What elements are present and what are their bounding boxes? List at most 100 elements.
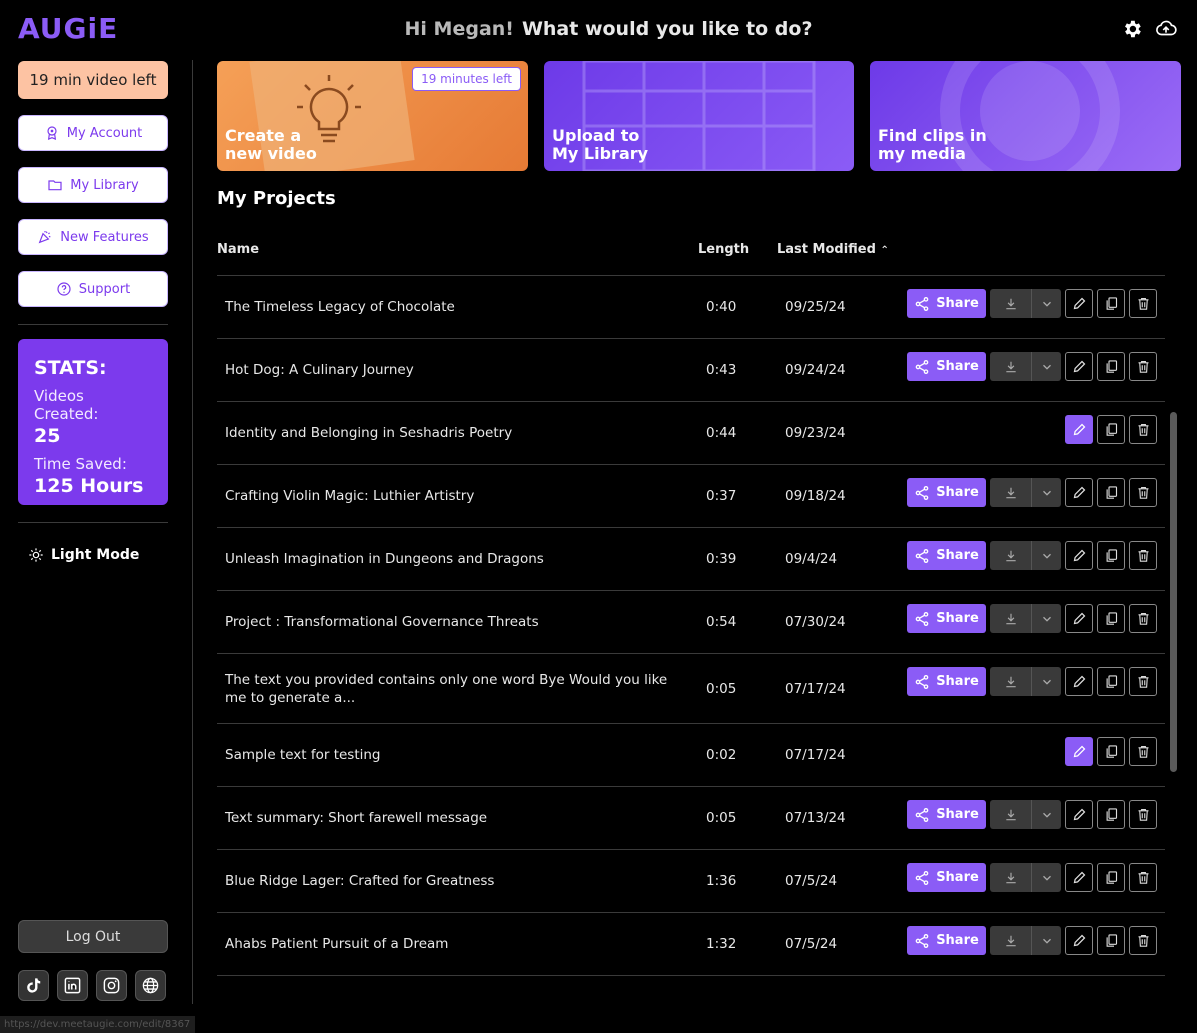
delete-button[interactable] [1129,352,1157,381]
edit-button[interactable] [1065,604,1093,633]
download-dropdown-button[interactable] [1032,667,1061,696]
delete-button[interactable] [1129,863,1157,892]
logout-button[interactable]: Log Out [18,920,168,953]
edit-button[interactable] [1065,415,1093,444]
project-name[interactable]: Text summary: Short farewell message [225,787,685,849]
share-button[interactable]: Share [907,926,986,955]
sidebar-item-my-account[interactable]: My Account [18,115,168,151]
edit-button[interactable] [1065,926,1093,955]
project-name[interactable]: Crafting Violin Magic: Luthier Artistry [225,465,685,527]
column-header-name[interactable]: Name [217,242,259,257]
download-button[interactable] [990,926,1032,955]
gear-icon[interactable] [1121,18,1143,40]
table-row[interactable]: Identity and Belonging in Seshadris Poet… [217,402,1165,465]
download-button[interactable] [990,478,1032,507]
column-header-length[interactable]: Length [698,242,749,257]
share-button[interactable]: Share [907,667,986,696]
instagram-link[interactable] [96,970,127,1001]
table-row[interactable]: Ahabs Patient Pursuit of a Dream1:3207/5… [217,913,1165,976]
delete-button[interactable] [1129,415,1157,444]
download-button[interactable] [990,863,1032,892]
share-button[interactable]: Share [907,352,986,381]
duplicate-button[interactable] [1097,604,1125,633]
sidebar-item-my-library[interactable]: My Library [18,167,168,203]
download-dropdown-button[interactable] [1032,352,1061,381]
duplicate-button[interactable] [1097,478,1125,507]
tiktok-link[interactable] [18,970,49,1001]
linkedin-link[interactable] [57,970,88,1001]
share-button[interactable]: Share [907,289,986,318]
delete-button[interactable] [1129,604,1157,633]
duplicate-button[interactable] [1097,667,1125,696]
delete-button[interactable] [1129,926,1157,955]
duplicate-button[interactable] [1097,541,1125,570]
delete-button[interactable] [1129,737,1157,766]
project-name[interactable]: Identity and Belonging in Seshadris Poet… [225,402,685,464]
download-dropdown-button[interactable] [1032,541,1061,570]
download-button[interactable] [990,289,1032,318]
duplicate-button[interactable] [1097,415,1125,444]
download-dropdown-button[interactable] [1032,800,1061,829]
share-button[interactable]: Share [907,604,986,633]
table-row[interactable]: Hot Dog: A Culinary Journey0:4309/24/24S… [217,339,1165,402]
duplicate-button[interactable] [1097,800,1125,829]
duplicate-button[interactable] [1097,352,1125,381]
project-name[interactable]: The text you provided contains only one … [225,654,685,723]
sidebar-item-new-features[interactable]: New Features [18,219,168,255]
edit-button[interactable] [1065,478,1093,507]
duplicate-button[interactable] [1097,926,1125,955]
table-row[interactable]: Blue Ridge Lager: Crafted for Greatness1… [217,850,1165,913]
duplicate-button[interactable] [1097,737,1125,766]
cloud-upload-icon[interactable] [1155,18,1177,40]
delete-button[interactable] [1129,667,1157,696]
table-scrollbar[interactable] [1170,412,1177,772]
project-name[interactable]: Hot Dog: A Culinary Journey [225,339,685,401]
share-button[interactable]: Share [907,863,986,892]
delete-button[interactable] [1129,541,1157,570]
find-clips-card[interactable]: Find clips in my media [870,61,1181,171]
delete-button[interactable] [1129,289,1157,318]
upload-library-card[interactable]: Upload to My Library [544,61,854,171]
download-button[interactable] [990,800,1032,829]
download-button[interactable] [990,352,1032,381]
download-button[interactable] [990,667,1032,696]
project-name[interactable]: Project : Transformational Governance Th… [225,591,685,653]
table-row[interactable]: Crafting Violin Magic: Luthier Artistry0… [217,465,1165,528]
download-button[interactable] [990,541,1032,570]
edit-button[interactable] [1065,737,1093,766]
edit-button[interactable] [1065,289,1093,318]
project-name[interactable]: Unleash Imagination in Dungeons and Drag… [225,528,685,590]
duplicate-button[interactable] [1097,289,1125,318]
delete-button[interactable] [1129,800,1157,829]
website-link[interactable] [135,970,166,1001]
edit-button[interactable] [1065,667,1093,696]
share-button[interactable]: Share [907,478,986,507]
table-row[interactable]: Unleash Imagination in Dungeons and Drag… [217,528,1165,591]
project-name[interactable]: Sample text for testing [225,724,685,786]
share-button[interactable]: Share [907,800,986,829]
delete-button[interactable] [1129,478,1157,507]
download-dropdown-button[interactable] [1032,604,1061,633]
download-dropdown-button[interactable] [1032,863,1061,892]
create-video-card[interactable]: 19 minutes left Create a new video [217,61,528,171]
download-dropdown-button[interactable] [1032,926,1061,955]
column-header-last-modified[interactable]: Last Modified ⌃ [777,242,889,257]
share-button[interactable]: Share [907,541,986,570]
table-row[interactable]: Project : Transformational Governance Th… [217,591,1165,654]
download-dropdown-button[interactable] [1032,289,1061,318]
edit-button[interactable] [1065,863,1093,892]
table-row[interactable]: Text summary: Short farewell message0:05… [217,787,1165,850]
table-row[interactable]: The Timeless Legacy of Chocolate0:4009/2… [217,276,1165,339]
duplicate-button[interactable] [1097,863,1125,892]
light-mode-toggle[interactable]: Light Mode [18,547,168,563]
download-button[interactable] [990,604,1032,633]
edit-button[interactable] [1065,541,1093,570]
sidebar-item-support[interactable]: Support [18,271,168,307]
edit-button[interactable] [1065,800,1093,829]
project-name[interactable]: Ahabs Patient Pursuit of a Dream [225,913,685,975]
edit-button[interactable] [1065,352,1093,381]
download-dropdown-button[interactable] [1032,478,1061,507]
project-name[interactable]: The Timeless Legacy of Chocolate [225,276,685,338]
table-row[interactable]: The text you provided contains only one … [217,654,1165,724]
table-row[interactable]: Sample text for testing0:0207/17/24 [217,724,1165,787]
